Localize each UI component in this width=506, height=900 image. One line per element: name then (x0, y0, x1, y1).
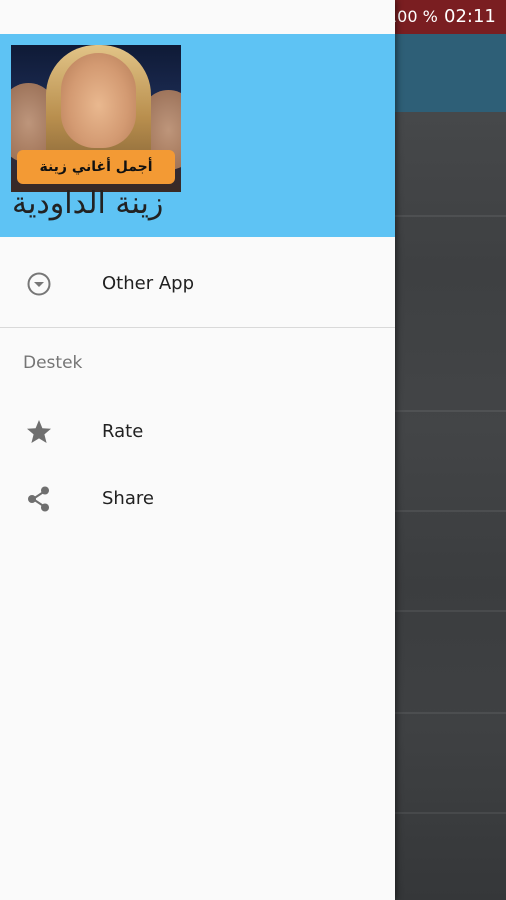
background-divider (395, 610, 506, 612)
drawer-title: زينة الداودية (12, 186, 164, 221)
menu-item-other-app[interactable]: Other App (0, 252, 395, 314)
background-divider (395, 712, 506, 714)
artwork-face (61, 53, 136, 148)
star-icon (27, 420, 51, 443)
dropdown-circle-icon (27, 272, 51, 296)
share-icon (28, 486, 49, 512)
background-divider (395, 215, 506, 217)
menu-item-label: Rate (102, 421, 144, 442)
header-artwork: أجمل أغاني زينة الداودية (11, 45, 181, 192)
menu-item-label: Other App (102, 273, 194, 294)
divider (0, 327, 395, 328)
menu-item-share[interactable]: Share (0, 467, 395, 529)
artwork-banner: أجمل أغاني زينة الداودية (17, 150, 175, 184)
clock: 02:11 (444, 6, 496, 27)
navigation-drawer: أجمل أغاني زينة الداودية زينة الداودية O… (0, 0, 395, 900)
background-divider (395, 410, 506, 412)
section-header-destek: Destek (23, 353, 83, 373)
menu-item-label: Share (102, 488, 154, 509)
background-divider (395, 510, 506, 512)
drawer-header: أجمل أغاني زينة الداودية زينة الداودية (0, 34, 395, 237)
menu-item-rate[interactable]: Rate (0, 400, 395, 462)
background-divider (395, 812, 506, 814)
